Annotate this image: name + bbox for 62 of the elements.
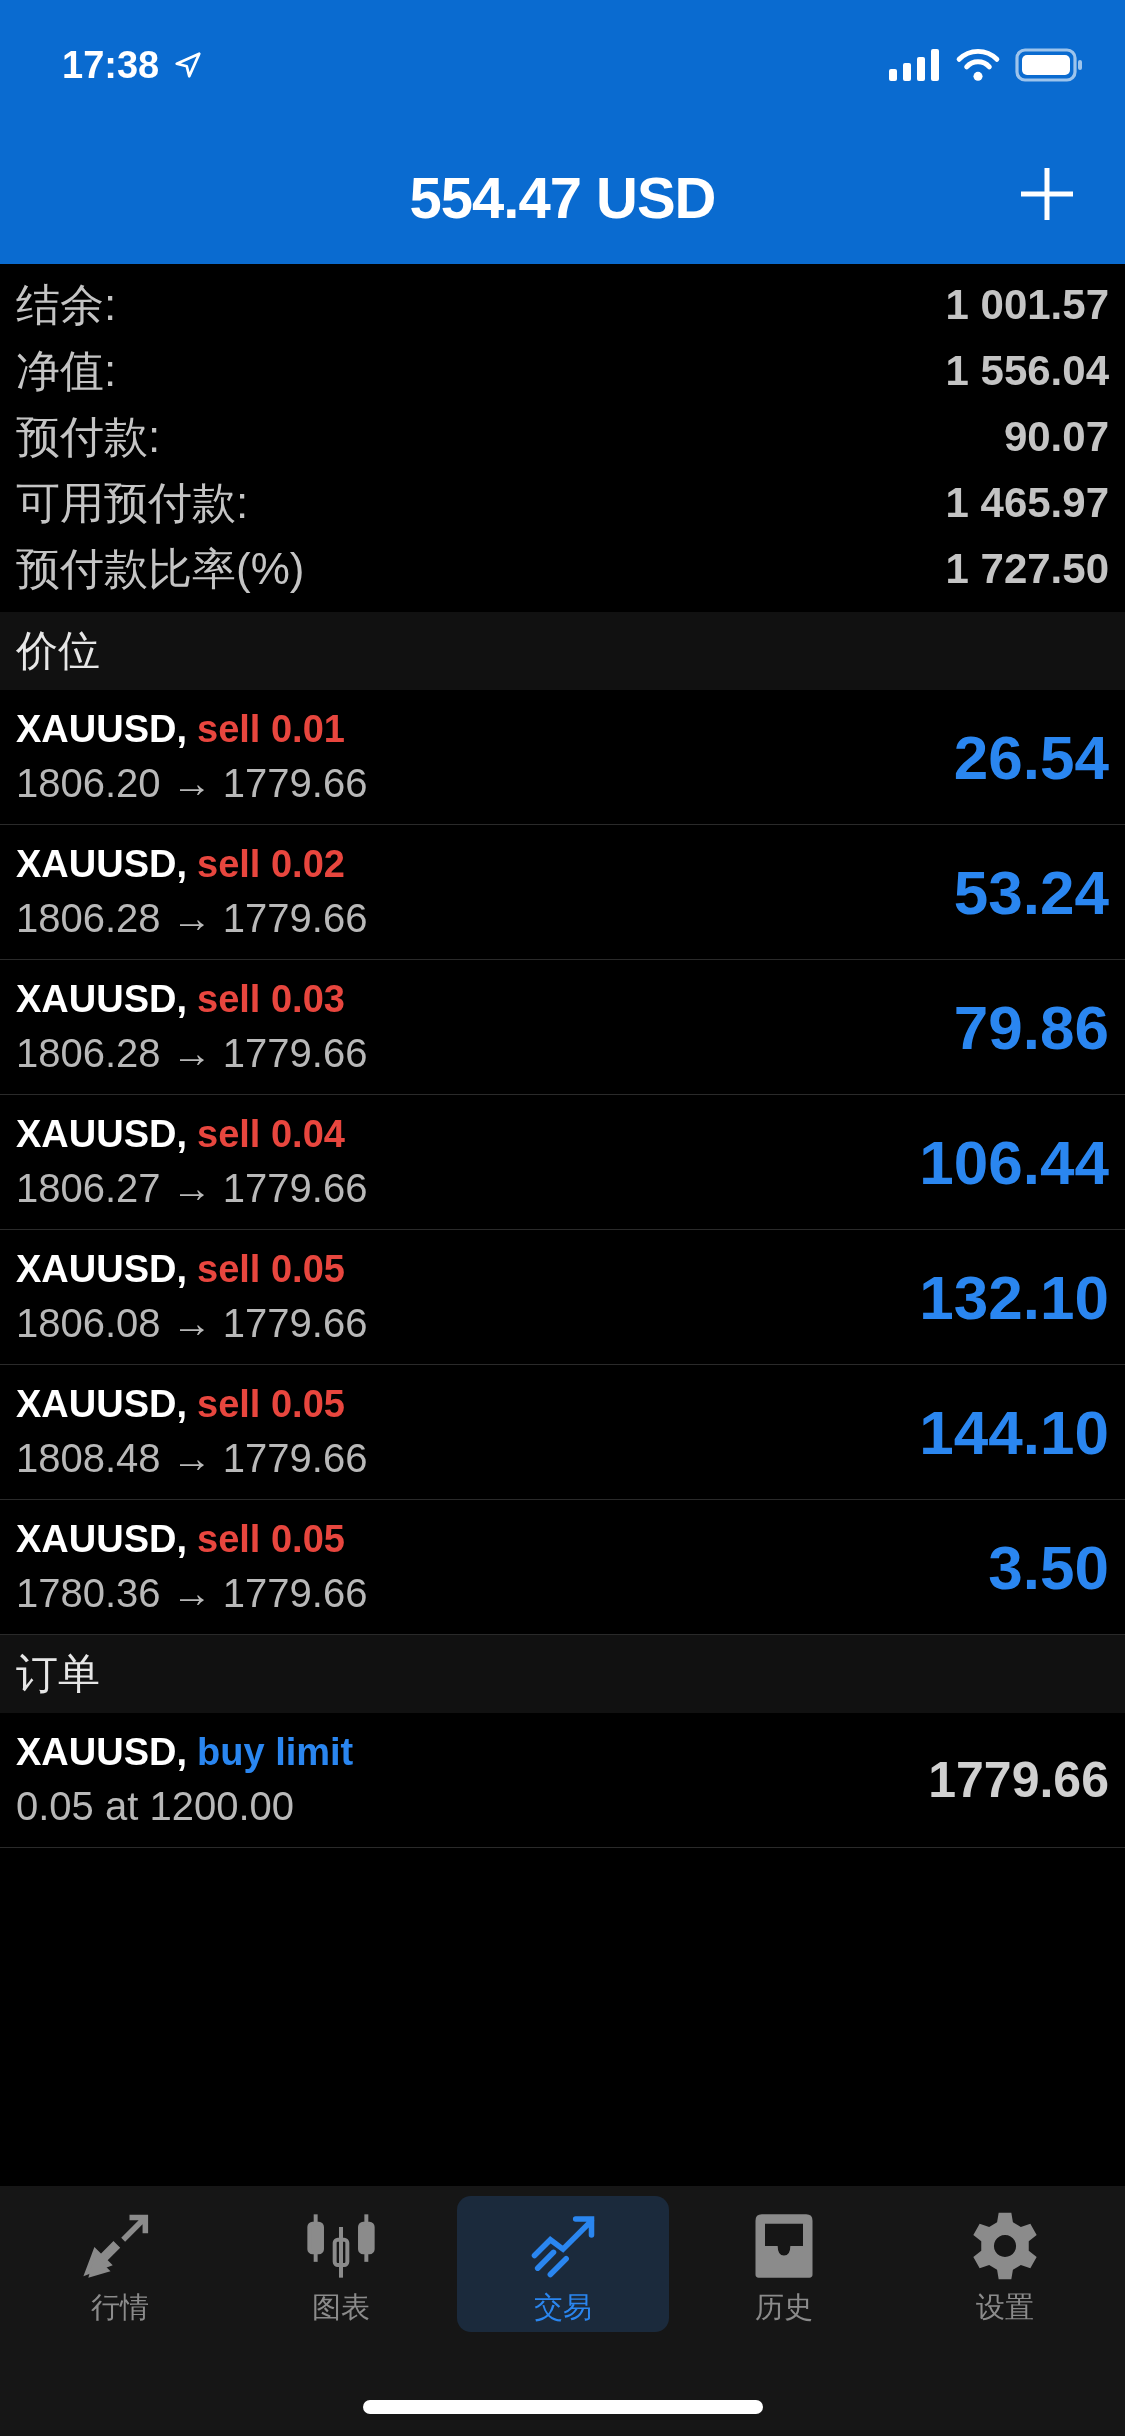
- wifi-icon: [955, 48, 1001, 82]
- price-detail: 0.05 at 1200.00: [16, 1784, 296, 1829]
- trade-type: sell 0.05: [197, 1383, 345, 1426]
- trade-type: sell 0.05: [197, 1518, 345, 1561]
- symbol-label: XAUUSD,: [16, 1383, 188, 1426]
- price-detail: 1808.48 → 1779.66: [16, 1436, 368, 1481]
- section-title: 价位: [16, 626, 100, 676]
- price-detail: 1806.28 → 1779.66: [16, 1031, 368, 1076]
- location-arrow-icon: [173, 50, 204, 80]
- tab[interactable]: 设置: [899, 2196, 1111, 2332]
- summary-value: 1 465.97: [945, 479, 1109, 527]
- profit-value: 132.10: [919, 1261, 1109, 1333]
- section-title: 订单: [16, 1649, 100, 1699]
- summary-value: 1 001.57: [945, 281, 1109, 329]
- symbol-label: XAUUSD,: [16, 1248, 188, 1291]
- balance-title: 554.47 USD: [409, 163, 716, 231]
- summary-label: 净值:: [16, 344, 117, 397]
- summary-label: 预付款比率(%): [16, 542, 305, 595]
- position-row[interactable]: XAUUSD, sell 0.05 1808.48 → 1779.66 144.10: [0, 1365, 1125, 1500]
- summary-value: 90.07: [1003, 413, 1109, 461]
- profit-value: 26.54: [953, 721, 1109, 793]
- symbol-label: XAUUSD,: [16, 1113, 188, 1156]
- profit-value: 53.24: [953, 856, 1109, 928]
- summary-value: 1 727.50: [945, 545, 1109, 593]
- summary-label: 可用预付款:: [16, 476, 249, 529]
- battery-icon: [1015, 48, 1085, 82]
- symbol-label: XAUUSD,: [16, 1518, 188, 1561]
- status-time: 17:38: [62, 43, 160, 87]
- profit-value: 144.10: [919, 1396, 1109, 1468]
- tab[interactable]: 交易: [456, 2196, 669, 2332]
- profit-value: 79.86: [953, 991, 1109, 1063]
- signal-icon: [889, 49, 941, 81]
- symbol-label: XAUUSD,: [16, 708, 188, 751]
- tab[interactable]: 行情: [14, 2196, 226, 2332]
- trade-type: sell 0.01: [197, 708, 345, 751]
- price-detail: 1806.20 → 1779.66: [16, 761, 368, 806]
- tab[interactable]: 历史: [677, 2196, 890, 2332]
- profit-value: 106.44: [919, 1126, 1109, 1198]
- trade-type: buy limit: [197, 1731, 354, 1774]
- position-row[interactable]: XAUUSD, sell 0.05 1806.08 → 1779.66 132.10: [0, 1230, 1125, 1365]
- order-row[interactable]: XAUUSD, buy limit 0.05 at 1200.00 1779.66: [0, 1713, 1125, 1848]
- position-row[interactable]: XAUUSD, sell 0.04 1806.27 → 1779.66 106.44: [0, 1095, 1125, 1230]
- trade-type: sell 0.05: [197, 1248, 345, 1291]
- trade-type: sell 0.03: [197, 978, 345, 1021]
- current-price: 1779.66: [928, 1751, 1109, 1809]
- price-detail: 1806.08 → 1779.66: [16, 1301, 368, 1346]
- profit-value: 3.50: [988, 1531, 1109, 1603]
- price-detail: 1806.28 → 1779.66: [16, 896, 368, 941]
- symbol-label: XAUUSD,: [16, 978, 188, 1021]
- summary-value: 1 556.04: [945, 347, 1109, 395]
- trade-type: sell 0.04: [197, 1113, 345, 1156]
- symbol-label: XAUUSD,: [16, 843, 188, 886]
- position-row[interactable]: XAUUSD, sell 0.03 1806.28 → 1779.66 79.86: [0, 960, 1125, 1095]
- tab[interactable]: 图表: [235, 2196, 448, 2332]
- price-detail: 1806.27 → 1779.66: [16, 1166, 368, 1211]
- trade-type: sell 0.02: [197, 843, 345, 886]
- position-row[interactable]: XAUUSD, sell 0.02 1806.28 → 1779.66 53.24: [0, 825, 1125, 960]
- summary-label: 结余:: [16, 278, 117, 331]
- position-row[interactable]: XAUUSD, sell 0.01 1806.20 → 1779.66 26.54: [0, 690, 1125, 825]
- symbol-label: XAUUSD,: [16, 1731, 188, 1774]
- price-detail: 1780.36 → 1779.66: [16, 1571, 368, 1616]
- summary-label: 预付款:: [16, 410, 161, 463]
